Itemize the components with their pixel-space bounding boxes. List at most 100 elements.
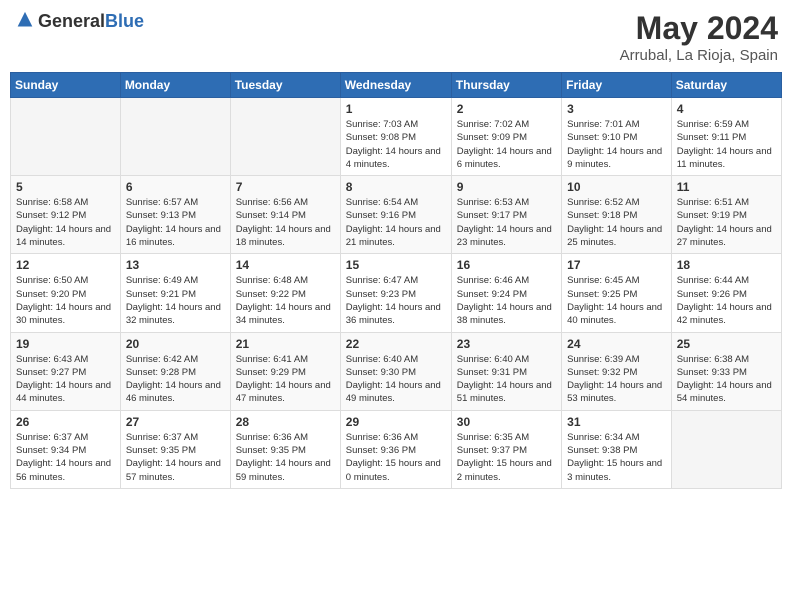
calendar-cell: 29 Sunrise: 6:36 AMSunset: 9:36 PMDayligh… xyxy=(340,410,451,488)
calendar-cell: 30 Sunrise: 6:35 AMSunset: 9:37 PMDayligh… xyxy=(451,410,561,488)
day-info: Sunrise: 6:40 AMSunset: 9:30 PMDaylight:… xyxy=(346,353,446,406)
calendar-cell xyxy=(11,98,121,176)
weekday-header-friday: Friday xyxy=(562,73,672,98)
calendar-cell: 17 Sunrise: 6:45 AMSunset: 9:25 PMDayligh… xyxy=(562,254,672,332)
weekday-header-row: SundayMondayTuesdayWednesdayThursdayFrid… xyxy=(11,73,782,98)
day-info: Sunrise: 6:54 AMSunset: 9:16 PMDaylight:… xyxy=(346,196,446,249)
day-info: Sunrise: 6:44 AMSunset: 9:26 PMDaylight:… xyxy=(677,274,776,327)
day-number: 13 xyxy=(126,258,225,272)
calendar-cell: 27Sunrise: 6:37 AMSunset: 9:35 PMDayligh… xyxy=(120,410,230,488)
calendar-cell: 10 Sunrise: 6:52 AMSunset: 9:18 PMDayligh… xyxy=(562,176,672,254)
day-number: 31 xyxy=(567,415,666,429)
calendar-cell: 18 Sunrise: 6:44 AMSunset: 9:26 PMDayligh… xyxy=(671,254,781,332)
calendar-cell: 1Sunrise: 7:03 AMSunset: 9:08 PMDaylight… xyxy=(340,98,451,176)
logo-icon xyxy=(14,10,36,32)
calendar-cell: 6 Sunrise: 6:57 AMSunset: 9:13 PMDaylight… xyxy=(120,176,230,254)
calendar-cell: 5Sunrise: 6:58 AMSunset: 9:12 PMDaylight… xyxy=(11,176,121,254)
day-number: 14 xyxy=(236,258,335,272)
day-number: 27 xyxy=(126,415,225,429)
day-info: Sunrise: 6:52 AMSunset: 9:18 PMDaylight:… xyxy=(567,196,666,249)
day-info: Sunrise: 6:56 AMSunset: 9:14 PMDaylight:… xyxy=(236,196,335,249)
weekday-header-thursday: Thursday xyxy=(451,73,561,98)
month-title: May 2024 xyxy=(620,10,778,47)
day-number: 29 xyxy=(346,415,446,429)
day-info: Sunrise: 6:48 AMSunset: 9:22 PMDaylight:… xyxy=(236,274,335,327)
day-number: 8 xyxy=(346,180,446,194)
calendar-cell: 24 Sunrise: 6:39 AMSunset: 9:32 PMDayligh… xyxy=(562,332,672,410)
day-number: 18 xyxy=(677,258,776,272)
day-info: Sunrise: 6:42 AMSunset: 9:28 PMDaylight:… xyxy=(126,353,225,406)
day-info: Sunrise: 6:59 AMSunset: 9:11 PMDaylight:… xyxy=(677,118,776,171)
day-info: Sunrise: 6:45 AMSunset: 9:25 PMDaylight:… xyxy=(567,274,666,327)
day-number: 5 xyxy=(16,180,115,194)
day-number: 3 xyxy=(567,102,666,116)
calendar-cell: 31 Sunrise: 6:34 AMSunset: 9:38 PMDayligh… xyxy=(562,410,672,488)
day-info: Sunrise: 6:36 AMSunset: 9:35 PMDaylight:… xyxy=(236,431,335,484)
calendar-cell: 2Sunrise: 7:02 AMSunset: 9:09 PMDaylight… xyxy=(451,98,561,176)
day-info: Sunrise: 6:47 AMSunset: 9:23 PMDaylight:… xyxy=(346,274,446,327)
day-number: 6 xyxy=(126,180,225,194)
weekday-header-sunday: Sunday xyxy=(11,73,121,98)
calendar-cell: 28 Sunrise: 6:36 AMSunset: 9:35 PMDayligh… xyxy=(230,410,340,488)
calendar-week-row: 1Sunrise: 7:03 AMSunset: 9:08 PMDaylight… xyxy=(11,98,782,176)
day-number: 1 xyxy=(346,102,446,116)
calendar-week-row: 12Sunrise: 6:50 AMSunset: 9:20 PMDayligh… xyxy=(11,254,782,332)
day-number: 12 xyxy=(16,258,115,272)
day-number: 24 xyxy=(567,337,666,351)
calendar-cell xyxy=(120,98,230,176)
day-info: Sunrise: 6:57 AMSunset: 9:13 PMDaylight:… xyxy=(126,196,225,249)
day-info: Sunrise: 6:51 AMSunset: 9:19 PMDaylight:… xyxy=(677,196,776,249)
day-info: Sunrise: 6:38 AMSunset: 9:33 PMDaylight:… xyxy=(677,353,776,406)
location-title: Arrubal, La Rioja, Spain xyxy=(620,47,778,64)
day-number: 25 xyxy=(677,337,776,351)
day-info: Sunrise: 7:02 AMSunset: 9:09 PMDaylight:… xyxy=(457,118,556,171)
day-number: 30 xyxy=(457,415,556,429)
calendar-cell: 20 Sunrise: 6:42 AMSunset: 9:28 PMDayligh… xyxy=(120,332,230,410)
calendar-cell: 9Sunrise: 6:53 AMSunset: 9:17 PMDaylight… xyxy=(451,176,561,254)
calendar-cell: 3Sunrise: 7:01 AMSunset: 9:10 PMDaylight… xyxy=(562,98,672,176)
day-info: Sunrise: 6:49 AMSunset: 9:21 PMDaylight:… xyxy=(126,274,225,327)
day-info: Sunrise: 6:37 AMSunset: 9:34 PMDaylight:… xyxy=(16,431,115,484)
day-number: 26 xyxy=(16,415,115,429)
calendar-cell: 19 Sunrise: 6:43 AMSunset: 9:27 PMDayligh… xyxy=(11,332,121,410)
calendar-cell: 8 Sunrise: 6:54 AMSunset: 9:16 PMDaylight… xyxy=(340,176,451,254)
logo: GeneralBlue xyxy=(14,10,144,32)
weekday-header-monday: Monday xyxy=(120,73,230,98)
day-info: Sunrise: 6:46 AMSunset: 9:24 PMDaylight:… xyxy=(457,274,556,327)
calendar-table: SundayMondayTuesdayWednesdayThursdayFrid… xyxy=(10,72,782,489)
calendar-cell: 23Sunrise: 6:40 AMSunset: 9:31 PMDayligh… xyxy=(451,332,561,410)
weekday-header-saturday: Saturday xyxy=(671,73,781,98)
day-number: 11 xyxy=(677,180,776,194)
day-number: 10 xyxy=(567,180,666,194)
day-info: Sunrise: 6:40 AMSunset: 9:31 PMDaylight:… xyxy=(457,353,556,406)
page-header: GeneralBlue May 2024 Arrubal, La Rioja, … xyxy=(10,10,782,64)
calendar-week-row: 5Sunrise: 6:58 AMSunset: 9:12 PMDaylight… xyxy=(11,176,782,254)
day-info: Sunrise: 6:34 AMSunset: 9:38 PMDaylight:… xyxy=(567,431,666,484)
day-number: 22 xyxy=(346,337,446,351)
day-info: Sunrise: 6:35 AMSunset: 9:37 PMDaylight:… xyxy=(457,431,556,484)
calendar-week-row: 26 Sunrise: 6:37 AMSunset: 9:34 PMDayligh… xyxy=(11,410,782,488)
logo-text: GeneralBlue xyxy=(38,11,144,32)
calendar-cell: 22 Sunrise: 6:40 AMSunset: 9:30 PMDayligh… xyxy=(340,332,451,410)
day-number: 28 xyxy=(236,415,335,429)
calendar-cell: 14 Sunrise: 6:48 AMSunset: 9:22 PMDayligh… xyxy=(230,254,340,332)
day-number: 9 xyxy=(457,180,556,194)
day-info: Sunrise: 6:39 AMSunset: 9:32 PMDaylight:… xyxy=(567,353,666,406)
calendar-cell: 21Sunrise: 6:41 AMSunset: 9:29 PMDayligh… xyxy=(230,332,340,410)
calendar-cell: 11 Sunrise: 6:51 AMSunset: 9:19 PMDayligh… xyxy=(671,176,781,254)
day-number: 4 xyxy=(677,102,776,116)
day-info: Sunrise: 6:36 AMSunset: 9:36 PMDaylight:… xyxy=(346,431,446,484)
day-number: 20 xyxy=(126,337,225,351)
day-number: 19 xyxy=(16,337,115,351)
calendar-cell: 16Sunrise: 6:46 AMSunset: 9:24 PMDayligh… xyxy=(451,254,561,332)
day-number: 17 xyxy=(567,258,666,272)
day-number: 21 xyxy=(236,337,335,351)
day-info: Sunrise: 6:43 AMSunset: 9:27 PMDaylight:… xyxy=(16,353,115,406)
calendar-cell: 12Sunrise: 6:50 AMSunset: 9:20 PMDayligh… xyxy=(11,254,121,332)
calendar-cell: 15Sunrise: 6:47 AMSunset: 9:23 PMDayligh… xyxy=(340,254,451,332)
day-number: 7 xyxy=(236,180,335,194)
calendar-week-row: 19 Sunrise: 6:43 AMSunset: 9:27 PMDayligh… xyxy=(11,332,782,410)
calendar-cell xyxy=(671,410,781,488)
weekday-header-wednesday: Wednesday xyxy=(340,73,451,98)
calendar-cell: 4 Sunrise: 6:59 AMSunset: 9:11 PMDaylight… xyxy=(671,98,781,176)
